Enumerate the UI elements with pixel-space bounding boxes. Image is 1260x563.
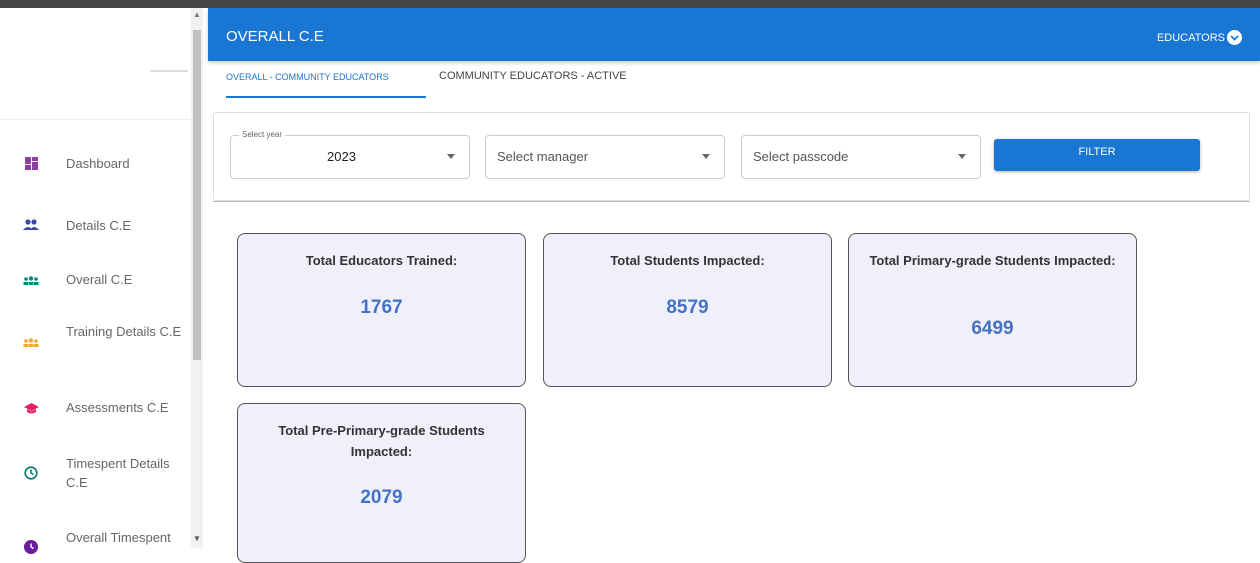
year-select-value: 2023 xyxy=(327,149,356,164)
sidebar-item-dashboard[interactable]: Dashboard xyxy=(0,148,190,178)
educators-menu-button[interactable]: EDUCATORS xyxy=(1157,30,1242,45)
sidebar-item-overall-timespent[interactable]: Overall Timespent xyxy=(0,526,190,554)
sidebar-item-assessments-ce[interactable]: Assessments C.E xyxy=(0,394,190,424)
stat-card-value: 8579 xyxy=(666,297,709,318)
stat-card-value: 1767 xyxy=(360,297,403,318)
stat-card-title: Total Educators Trained: xyxy=(305,253,458,268)
groups-icon xyxy=(22,334,40,352)
dashboard-icon xyxy=(22,154,40,172)
stat-card-title: Total Students Impacted: xyxy=(610,253,765,268)
stat-card-students-impacted: Total Students Impacted: 8579 xyxy=(543,233,832,387)
sidebar-item-label: Timespent Details C.E xyxy=(66,456,170,490)
tab-community-educators-active[interactable]: COMMUNITY EDUCATORS - ACTIVE xyxy=(439,70,627,82)
dropdown-arrow-icon xyxy=(958,154,966,159)
sidebar-scroll-thumb[interactable] xyxy=(193,30,201,360)
section-divider xyxy=(213,201,1250,202)
app-header: OVERALL C.E EDUCATORS xyxy=(208,8,1260,61)
year-select-label: Select year xyxy=(239,130,286,139)
groups-icon xyxy=(22,272,40,290)
chevron-down-icon xyxy=(1227,30,1242,45)
sidebar-item-label: Details C.E xyxy=(66,218,132,233)
sidebar-item-timespent-details-ce[interactable]: Timespent Details C.E xyxy=(0,452,190,496)
sidebar-item-label: Training Details C.E xyxy=(66,324,182,339)
stat-card-pre-primary-students: Total Pre-Primary-grade Students Impacte… xyxy=(237,403,526,563)
window-top-bar xyxy=(0,0,1260,8)
stat-card-value: 6499 xyxy=(971,318,1014,339)
manager-select-placeholder: Select manager xyxy=(497,149,589,164)
sidebar-item-label: Overall Timespent xyxy=(66,530,171,545)
stat-card-title: Total Pre-Primary-grade Students Impacte… xyxy=(278,423,485,459)
stat-card-value: 2079 xyxy=(360,487,403,508)
stat-card-title: Total Primary-grade Students Impacted: xyxy=(869,253,1116,268)
scroll-down-icon[interactable]: ▼ xyxy=(193,534,201,543)
tab-bar: OVERALL - COMMUNITY EDUCATORS COMMUNITY … xyxy=(208,62,1260,98)
year-select[interactable]: Select year 2023 xyxy=(230,130,470,179)
sidebar-item-overall-ce[interactable]: Overall C.E xyxy=(0,266,190,296)
passcode-select-placeholder: Select passcode xyxy=(753,149,849,164)
sidebar: Dashboard Details C.E Overall C.E Traini… xyxy=(0,8,203,554)
dropdown-arrow-icon xyxy=(702,154,710,159)
passcode-select[interactable]: Select passcode xyxy=(741,135,981,179)
dropdown-arrow-icon xyxy=(447,154,455,159)
graduation-cap-icon xyxy=(22,400,40,418)
stat-card-educators-trained: Total Educators Trained: 1767 xyxy=(237,233,526,387)
page-title: OVERALL C.E xyxy=(226,28,324,45)
people-icon xyxy=(22,216,40,234)
logo-area xyxy=(0,8,193,120)
stat-card-primary-students: Total Primary-grade Students Impacted: 6… xyxy=(848,233,1137,387)
filter-panel: Select year 2023 Select manager Select p… xyxy=(213,112,1250,201)
tab-overall-community-educators[interactable]: OVERALL - COMMUNITY EDUCATORS xyxy=(226,70,426,98)
scroll-up-icon[interactable]: ▲ xyxy=(193,10,201,19)
filter-button[interactable]: FILTER xyxy=(994,139,1200,171)
sidebar-item-label: Assessments C.E xyxy=(66,400,169,415)
sidebar-item-details-ce[interactable]: Details C.E xyxy=(0,212,190,242)
sidebar-item-training-details-ce[interactable]: Training Details C.E xyxy=(0,320,190,364)
sidebar-item-label: Dashboard xyxy=(66,156,130,171)
sidebar-item-label: Overall C.E xyxy=(66,272,133,287)
manager-select[interactable]: Select manager xyxy=(485,135,725,179)
clock-icon xyxy=(22,538,40,556)
clock-icon xyxy=(22,464,40,482)
educators-label: EDUCATORS xyxy=(1156,31,1225,44)
